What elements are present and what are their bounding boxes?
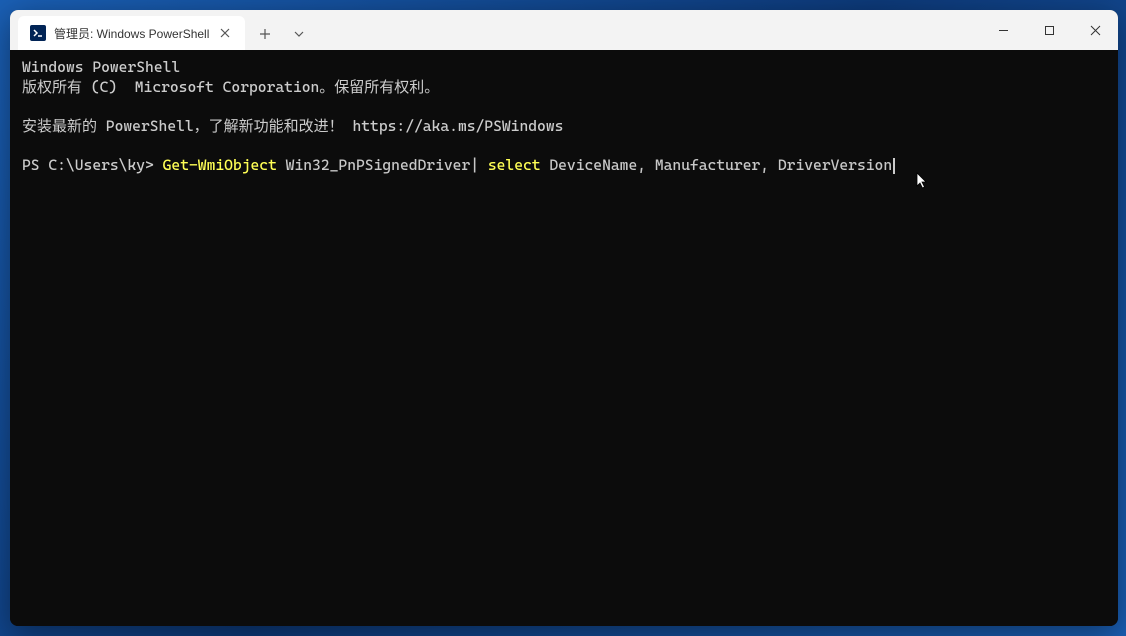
cmd-arg-1: Win32_PnPSignedDriver| (277, 156, 488, 174)
close-button[interactable] (1072, 10, 1118, 50)
tab-title: 管理员: Windows PowerShell (54, 25, 209, 42)
terminal-header-2: 版权所有 (C) Microsoft Corporation。保留所有权利。 (22, 78, 439, 96)
maximize-button[interactable] (1026, 10, 1072, 50)
cmd-cmdlet-1: Get-WmiObject (163, 156, 277, 174)
tabs-area: 管理员: Windows PowerShell (10, 10, 980, 50)
terminal-install-msg: 安装最新的 PowerShell，了解新功能和改进！ https://aka.m… (22, 117, 563, 135)
tab-close-button[interactable] (217, 25, 233, 41)
terminal-window: 管理员: Windows PowerShell Windo (10, 10, 1118, 626)
terminal-header-1: Windows PowerShell (22, 58, 180, 76)
terminal-content[interactable]: Windows PowerShell 版权所有 (C) Microsoft Co… (10, 50, 1118, 626)
cmd-cmdlet-2: select (488, 156, 541, 174)
powershell-icon (30, 25, 46, 41)
tab-dropdown-button[interactable] (283, 18, 315, 50)
terminal-prompt: PS C:\Users\ky> (22, 156, 163, 174)
new-tab-button[interactable] (249, 18, 281, 50)
cmd-arg-2: DeviceName, Manufacturer, DriverVersion (541, 156, 893, 174)
tab-powershell[interactable]: 管理员: Windows PowerShell (18, 16, 245, 50)
window-controls (980, 10, 1118, 50)
minimize-button[interactable] (980, 10, 1026, 50)
titlebar[interactable]: 管理员: Windows PowerShell (10, 10, 1118, 50)
text-cursor (893, 158, 895, 174)
